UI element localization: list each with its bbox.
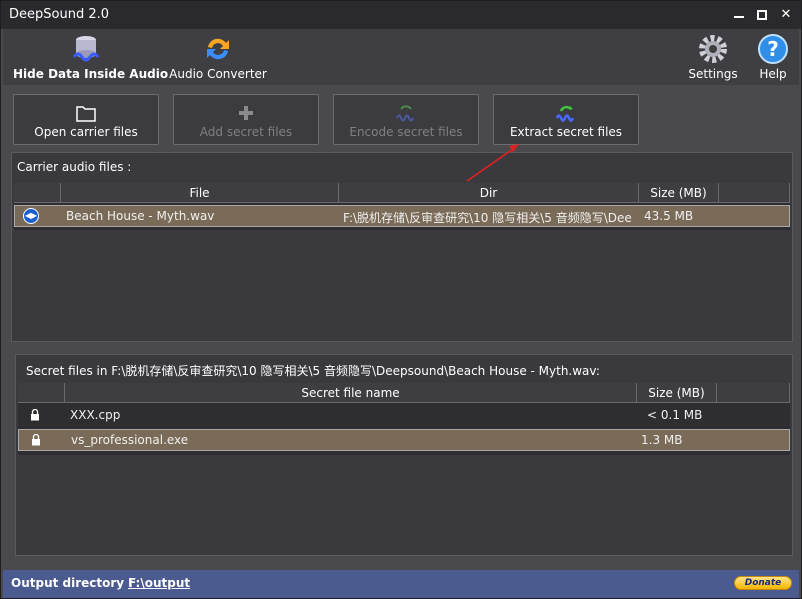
carrier-files-title: Carrier audio files : bbox=[17, 160, 132, 174]
carrier-files-panel: Carrier audio files : File Dir Size (MB)… bbox=[11, 152, 793, 342]
donate-button[interactable]: Donate bbox=[734, 576, 792, 590]
database-icon bbox=[72, 36, 100, 62]
carrier-file-name: Beach House - Myth.wav bbox=[66, 209, 215, 223]
extract-secret-files-button[interactable]: Extract secret files bbox=[493, 94, 639, 145]
column-header-size[interactable]: Size (MB) bbox=[639, 183, 719, 203]
output-directory-link[interactable]: F:\output bbox=[128, 576, 190, 590]
table-row[interactable]: vs_professional.exe 1.3 MB bbox=[18, 429, 790, 451]
help-tool[interactable]: ? Help bbox=[753, 31, 793, 83]
carrier-file-size: 43.5 MB bbox=[644, 209, 694, 223]
column-header-secret-name[interactable]: Secret file name bbox=[65, 383, 637, 403]
main-toolbar: Hide Data Inside Audio Audio Converter S… bbox=[3, 29, 799, 85]
encode-icon bbox=[396, 105, 414, 122]
carrier-file-dir: F:\脱机存储\反审查研究\10 隐写相关\5 音频隐写\Dee bbox=[343, 211, 632, 225]
hide-data-tool[interactable]: Hide Data Inside Audio bbox=[13, 31, 169, 83]
secret-files-panel: Secret files in F:\脱机存储\反审查研究\10 隐写相关\5 … bbox=[15, 354, 793, 556]
close-icon: ✕ bbox=[780, 7, 792, 22]
plus-icon bbox=[239, 106, 253, 120]
maximize-icon bbox=[757, 10, 767, 20]
help-icon: ? bbox=[758, 34, 788, 64]
maximize-button[interactable] bbox=[751, 5, 773, 25]
gear-icon bbox=[699, 35, 727, 63]
column-header-file[interactable]: File bbox=[61, 183, 339, 203]
hide-data-label: Hide Data Inside Audio bbox=[13, 67, 169, 81]
secret-file-size: 1.3 MB bbox=[641, 433, 683, 447]
column-header-secret-size[interactable]: Size (MB) bbox=[637, 383, 717, 403]
audio-play-icon: ◀▶ bbox=[23, 208, 39, 224]
app-window: DeepSound 2.0 ✕ Hide Data Inside Audio A… bbox=[0, 0, 802, 599]
converter-icon bbox=[207, 38, 229, 60]
lock-icon bbox=[32, 434, 40, 446]
open-carrier-files-label: Open carrier files bbox=[34, 125, 138, 139]
secret-files-title: Secret files in F:\脱机存储\反审查研究\10 隐写相关\5 … bbox=[26, 364, 600, 378]
column-header-spacer bbox=[717, 383, 790, 403]
open-carrier-files-button[interactable]: Open carrier files bbox=[13, 94, 159, 145]
encode-secret-files-button[interactable]: Encode secret files bbox=[333, 94, 479, 145]
extract-secret-files-label: Extract secret files bbox=[509, 125, 623, 139]
settings-label: Settings bbox=[688, 67, 738, 81]
add-secret-files-label: Add secret files bbox=[199, 125, 293, 139]
table-row[interactable]: XXX.cpp < 0.1 MB bbox=[18, 405, 790, 427]
audio-converter-label: Audio Converter bbox=[169, 67, 267, 81]
secret-file-size: < 0.1 MB bbox=[647, 408, 703, 422]
svg-text:?: ? bbox=[767, 37, 779, 61]
minimize-button[interactable] bbox=[728, 5, 750, 25]
output-directory-label: Output directory : bbox=[11, 576, 134, 590]
window-title: DeepSound 2.0 bbox=[9, 7, 110, 22]
extract-icon bbox=[555, 105, 575, 122]
help-label: Help bbox=[759, 67, 787, 81]
minimize-icon bbox=[734, 16, 744, 18]
column-header-icon bbox=[18, 383, 65, 403]
secret-file-name: vs_professional.exe bbox=[71, 433, 189, 447]
column-header-dir[interactable]: Dir bbox=[339, 183, 639, 203]
carrier-files-table: File Dir Size (MB) ◀▶ Beach House - Myth… bbox=[14, 183, 790, 230]
title-bar: DeepSound 2.0 ✕ bbox=[1, 1, 801, 29]
column-header-icon bbox=[14, 183, 61, 203]
secret-file-name: XXX.cpp bbox=[70, 408, 121, 422]
close-button[interactable]: ✕ bbox=[775, 5, 797, 25]
status-bar: Output directory : F:\output Donate bbox=[3, 570, 799, 598]
column-header-spacer bbox=[719, 183, 790, 203]
add-secret-files-button[interactable]: Add secret files bbox=[173, 94, 319, 145]
audio-converter-tool[interactable]: Audio Converter bbox=[167, 31, 269, 83]
folder-icon bbox=[76, 106, 96, 122]
secret-files-table: Secret file name Size (MB) XXX.cpp < 0.1… bbox=[18, 383, 790, 455]
annotation-arrow bbox=[466, 144, 519, 182]
lock-icon bbox=[31, 409, 39, 421]
table-row[interactable]: ◀▶ Beach House - Myth.wav F:\脱机存储\反审查研究\… bbox=[14, 205, 790, 227]
settings-tool[interactable]: Settings bbox=[687, 31, 739, 83]
encode-secret-files-label: Encode secret files bbox=[349, 125, 463, 139]
